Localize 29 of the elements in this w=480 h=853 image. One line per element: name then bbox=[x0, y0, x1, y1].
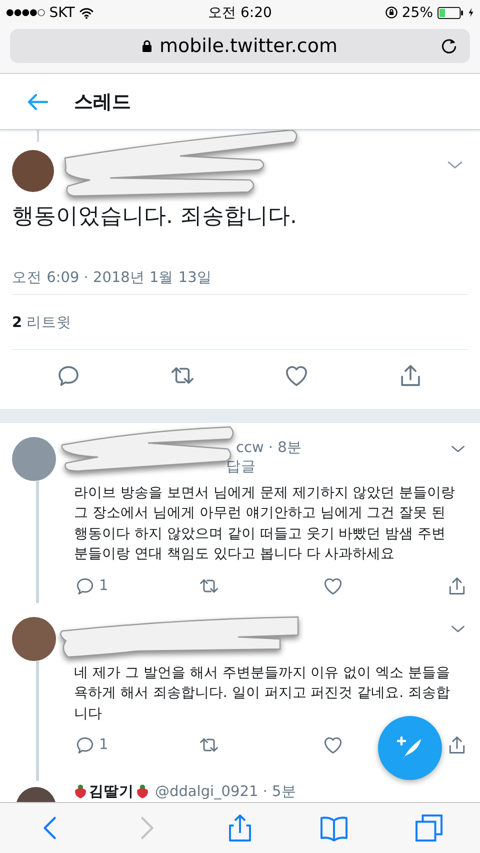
address-bar[interactable]: mobile.twitter.com bbox=[10, 29, 470, 63]
reply-button[interactable]: 1 bbox=[74, 574, 108, 597]
handle-and-time: ccw · 8분 bbox=[236, 438, 302, 457]
tabs-button[interactable] bbox=[414, 813, 444, 843]
battery-percent: 25% bbox=[402, 4, 433, 20]
charging-bolt-icon bbox=[468, 7, 474, 18]
author-name[interactable]: 김딸기 bbox=[89, 782, 134, 801]
lock-icon bbox=[142, 40, 152, 52]
tweet-text: 행동이었습니다. 죄송합니다. bbox=[12, 203, 298, 231]
carrier-name: SKT bbox=[49, 4, 75, 20]
rotation-lock-icon bbox=[384, 6, 398, 19]
strawberry-icon bbox=[74, 784, 87, 799]
reply-button[interactable]: 1 bbox=[74, 734, 108, 756]
clock-time: 오전 6:20 bbox=[208, 4, 272, 20]
reply-text: 라이브 방송을 보면서 님에게 문제 제기하지 않았던 분들이랑 그 장소에서 님에게 아무런 얘기안하고 님에게 그건 잘못 된 행동이다 하지 않았으며 같이 떠들고 웃기 바빴던 밤샘 주변 분들이랑 연대 책임도 있다고 봅니다 다 사과하세요 bbox=[74, 484, 456, 564]
strawberry-icon bbox=[136, 784, 149, 799]
reply-label: 답글 bbox=[226, 458, 256, 475]
signal-strength: ●●●●○ bbox=[6, 8, 46, 18]
avatar[interactable] bbox=[12, 150, 54, 192]
page-title: 스레드 bbox=[74, 90, 131, 114]
battery-icon bbox=[437, 6, 464, 18]
avatar[interactable] bbox=[12, 616, 56, 661]
reload-icon[interactable] bbox=[440, 37, 458, 55]
tabs-icon bbox=[414, 813, 444, 843]
retweet-count[interactable]: 2 리트윗 bbox=[12, 312, 72, 332]
handle-and-time: @ddalgi_0921 · 5분 bbox=[155, 782, 296, 801]
tweet-timestamp: 오전 6:09 · 2018년 1월 13일 bbox=[12, 269, 213, 288]
wifi-icon bbox=[78, 6, 94, 18]
reply-text: 네 제가 그 발언을 해서 주변분들까지 이유 없이 엑소 분들을 욕하게 해서 죄송합니다. 일이 퍼지고 퍼진것 같네요. 죄송합니다 bbox=[74, 664, 452, 724]
